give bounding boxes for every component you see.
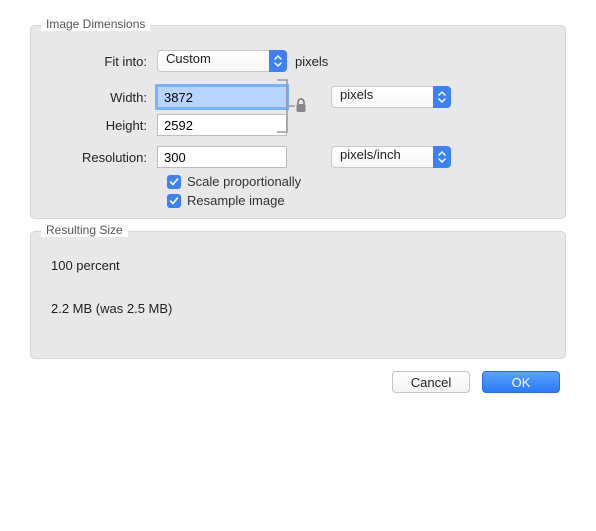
resulting-size-group: Resulting Size 100 percent 2.2 MB (was 2… bbox=[30, 231, 566, 359]
result-percent: 100 percent bbox=[51, 258, 545, 273]
resolution-unit-value: pixels/inch bbox=[340, 147, 401, 162]
result-size: 2.2 MB (was 2.5 MB) bbox=[51, 301, 545, 316]
width-field[interactable] bbox=[157, 86, 287, 108]
fit-into-label: Fit into: bbox=[47, 54, 157, 69]
width-label: Width: bbox=[47, 90, 157, 105]
updown-icon bbox=[433, 86, 451, 108]
resample-image-checkbox[interactable] bbox=[167, 194, 181, 208]
cancel-button[interactable]: Cancel bbox=[392, 371, 470, 393]
resample-image-label: Resample image bbox=[187, 193, 285, 208]
wh-unit-value: pixels bbox=[340, 87, 373, 102]
fit-into-value: Custom bbox=[166, 51, 211, 66]
height-field[interactable] bbox=[157, 114, 287, 136]
fit-into-unit: pixels bbox=[287, 54, 328, 69]
scale-proportionally-checkbox[interactable] bbox=[167, 175, 181, 189]
scale-proportionally-row: Scale proportionally bbox=[167, 174, 549, 189]
resolution-row: Resolution: pixels/inch bbox=[47, 146, 549, 168]
resample-image-row: Resample image bbox=[167, 193, 549, 208]
dialog-buttons: Cancel OK bbox=[30, 371, 566, 393]
image-dimensions-label: Image Dimensions bbox=[41, 17, 150, 31]
updown-icon bbox=[269, 50, 287, 72]
updown-icon bbox=[433, 146, 451, 168]
height-label: Height: bbox=[47, 118, 157, 133]
scale-proportionally-label: Scale proportionally bbox=[187, 174, 301, 189]
resulting-size-label: Resulting Size bbox=[41, 223, 128, 237]
resolution-label: Resolution: bbox=[47, 150, 157, 165]
link-bracket bbox=[275, 74, 309, 138]
lock-icon[interactable] bbox=[294, 98, 308, 117]
resolution-field[interactable] bbox=[157, 146, 287, 168]
image-dimensions-group: Image Dimensions Fit into: Custom pixels… bbox=[30, 25, 566, 219]
ok-button[interactable]: OK bbox=[482, 371, 560, 393]
fit-into-row: Fit into: Custom pixels bbox=[47, 50, 549, 72]
fit-into-select[interactable]: Custom bbox=[157, 50, 287, 72]
